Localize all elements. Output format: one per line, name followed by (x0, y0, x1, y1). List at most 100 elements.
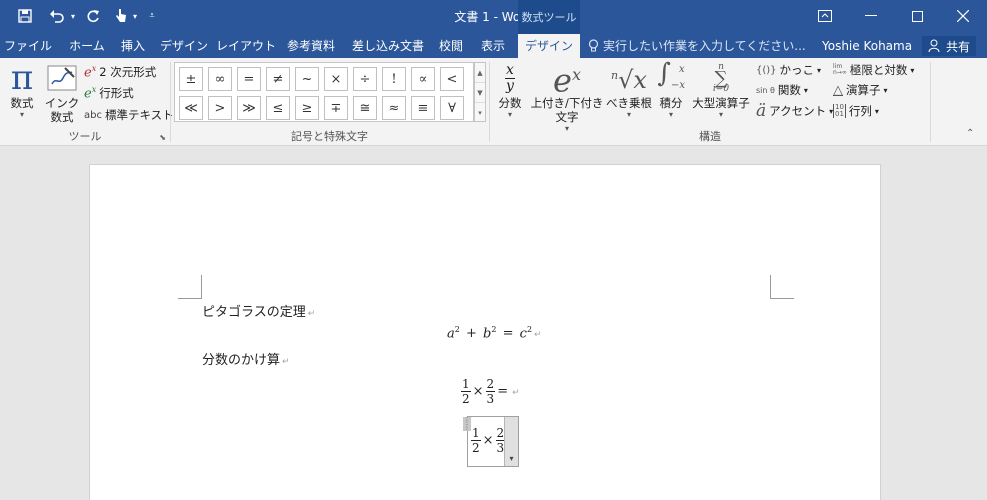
symbol-button[interactable]: ≈ (382, 96, 406, 120)
tab-review[interactable]: 校閲 (434, 34, 468, 58)
tab-equation-design[interactable]: デザイン (518, 34, 580, 58)
tab-design[interactable]: デザイン (158, 34, 210, 58)
touch-mode-dropdown-icon[interactable]: ▾ (130, 5, 140, 27)
chevron-down-icon: ▾ (668, 110, 673, 119)
operator-label: 演算子 (846, 83, 881, 97)
tab-file[interactable]: ファイル (0, 34, 56, 58)
symbol-button[interactable]: ≅ (353, 96, 377, 120)
fraction-button[interactable]: xy 分数 ▾ (496, 60, 524, 120)
tools-group: π 数式 ▾ インク 数式 ex 2 次元形式 ex 行形式 abc 標準テキス… (0, 58, 174, 146)
tab-view[interactable]: 表示 (476, 34, 510, 58)
eq1-c: c (519, 326, 527, 342)
symbol-button[interactable]: ÷ (353, 67, 377, 91)
matrix-icon: 10 01 (833, 103, 846, 118)
bracket-label: かっこ (779, 63, 815, 77)
close-icon[interactable] (940, 0, 986, 32)
share-button[interactable]: 共有 (922, 36, 976, 56)
professional-format-button[interactable]: ex 2 次元形式 (84, 62, 156, 82)
chevron-down-icon: ▾ (718, 110, 723, 119)
accent-button[interactable]: ä アクセント ▾ (756, 101, 833, 121)
undo-icon[interactable] (46, 5, 68, 27)
tab-layout[interactable]: レイアウト (216, 34, 276, 58)
symbol-button[interactable]: > (208, 96, 232, 120)
undo-dropdown-icon[interactable]: ▾ (68, 5, 78, 27)
symbol-button[interactable]: ≡ (411, 96, 435, 120)
matrix-button[interactable]: 10 01 行列 ▾ (833, 101, 879, 121)
integral-label: 積分 (659, 96, 683, 110)
symbol-button[interactable]: ∝ (411, 67, 435, 91)
limit-icon: lim n→∞ (833, 63, 847, 76)
user-name[interactable]: Yoshie Kohama (822, 34, 912, 58)
eq3-times: × (482, 433, 494, 448)
gallery-scroll-up-icon[interactable]: ▲ (475, 63, 485, 83)
ink-equation-button[interactable]: インク 数式 (44, 60, 80, 124)
active-equation-box[interactable]: ⋮ ⋮ 1 2 × 2 3 ▾ (463, 416, 519, 467)
fraction-numerator: 2 (485, 377, 496, 392)
symbol-button[interactable]: ≠ (266, 67, 290, 91)
heading-fraction-mult[interactable]: 分数のかけ算 ↵ (202, 349, 290, 368)
chevron-down-icon: ▾ (817, 65, 822, 75)
symbol-button[interactable]: ± (179, 67, 203, 91)
equation-button[interactable]: π 数式 ▾ (4, 60, 40, 120)
maximize-icon[interactable] (894, 0, 940, 32)
eq1-b-exp: 2 (491, 325, 497, 334)
customize-qat-icon[interactable]: ⩡ (146, 5, 158, 27)
heading-pythagorean[interactable]: ピタゴラスの定理 ↵ (202, 301, 315, 320)
limit-log-button[interactable]: lim n→∞ 極限と対数 ▾ (833, 60, 914, 80)
normal-text-button[interactable]: abc 標準テキスト (84, 105, 174, 125)
tab-references[interactable]: 参考資料 (282, 34, 340, 58)
matrix-label: 行列 (848, 104, 872, 118)
active-equation-content[interactable]: 1 2 × 2 3 (471, 426, 506, 455)
symbol-button[interactable]: ∀ (440, 96, 464, 120)
symbol-button[interactable]: < (440, 67, 464, 91)
tab-insert[interactable]: 挿入 (114, 34, 152, 58)
fraction-numerator: 1 (461, 377, 471, 392)
operator-button[interactable]: △ 演算子 ▾ (833, 80, 888, 100)
symbol-button[interactable]: ∓ (324, 96, 348, 120)
document-page[interactable]: ピタゴラスの定理 ↵ a2 + b2 = c2↵ 分数のかけ算 ↵ 1 2 × 2 3 = ↵ … (89, 164, 881, 500)
function-label: 関数 (777, 83, 801, 97)
tab-home[interactable]: ホーム (62, 34, 112, 58)
bracket-button[interactable]: {()} かっこ ▾ (756, 60, 821, 80)
touch-mode-icon[interactable] (110, 5, 132, 27)
equation-drag-handle-icon[interactable]: ⋮ ⋮ (463, 417, 471, 431)
symbol-button[interactable]: = (237, 67, 261, 91)
minimize-icon[interactable] (848, 0, 894, 32)
script-button[interactable]: ex 上付き/下付き 文字 ▾ (530, 60, 604, 134)
large-operator-button[interactable]: n ∑ i=0 大型演算子 ▾ (690, 60, 752, 120)
symbol-button[interactable]: ~ (295, 67, 319, 91)
professional-format-label: 2 次元形式 (99, 65, 157, 79)
large-operator-label: 大型演算子 (692, 96, 750, 110)
symbol-button[interactable]: ∞ (208, 67, 232, 91)
dialog-launcher-icon[interactable]: ⬊ (159, 133, 166, 142)
symbol-button[interactable]: ≥ (295, 96, 319, 120)
symbol-button[interactable]: ≫ (237, 96, 261, 120)
function-button[interactable]: sin θ 関数 ▾ (756, 80, 808, 100)
eq2-times: × (472, 384, 484, 399)
symbol-button[interactable]: ≤ (266, 96, 290, 120)
chevron-down-icon: ▾ (874, 106, 879, 116)
save-icon[interactable] (14, 5, 36, 27)
gallery-scroll-down-icon[interactable]: ▼ (475, 83, 485, 103)
linear-format-button[interactable]: ex 行形式 (84, 83, 134, 103)
equation-pythagorean[interactable]: a2 + b2 = c2↵ (447, 325, 542, 341)
collapse-ribbon-icon[interactable]: ⌃ (966, 128, 974, 139)
symbol-button[interactable]: ≪ (179, 96, 203, 120)
integral-button[interactable]: ∫−xx 積分 ▾ (654, 60, 688, 120)
symbol-button[interactable]: × (324, 67, 348, 91)
ribbon: π 数式 ▾ インク 数式 ex 2 次元形式 ex 行形式 abc 標準テキス… (0, 58, 987, 146)
paragraph-mark-icon: ↵ (512, 388, 520, 398)
tell-me-search[interactable]: 実行したい作業を入力してください... (588, 34, 806, 58)
linear-format-label: 行形式 (99, 86, 134, 100)
equation-fraction-product[interactable]: 1 2 × 2 3 = ↵ (461, 377, 520, 406)
abc-icon: abc (84, 109, 102, 121)
redo-icon[interactable] (82, 5, 104, 27)
symbol-button[interactable]: ! (382, 67, 406, 91)
radical-button[interactable]: n√x べき乗根 ▾ (606, 60, 652, 120)
ribbon-display-options-icon[interactable] (802, 0, 848, 32)
gallery-scrollbar[interactable]: ▲ ▼ ▾ (474, 62, 486, 122)
tab-mailings[interactable]: 差し込み文書 (348, 34, 428, 58)
gallery-more-icon[interactable]: ▾ (475, 103, 485, 123)
eq1-plus: + (466, 326, 477, 342)
equation-options-dropdown-icon[interactable]: ▾ (504, 417, 518, 466)
